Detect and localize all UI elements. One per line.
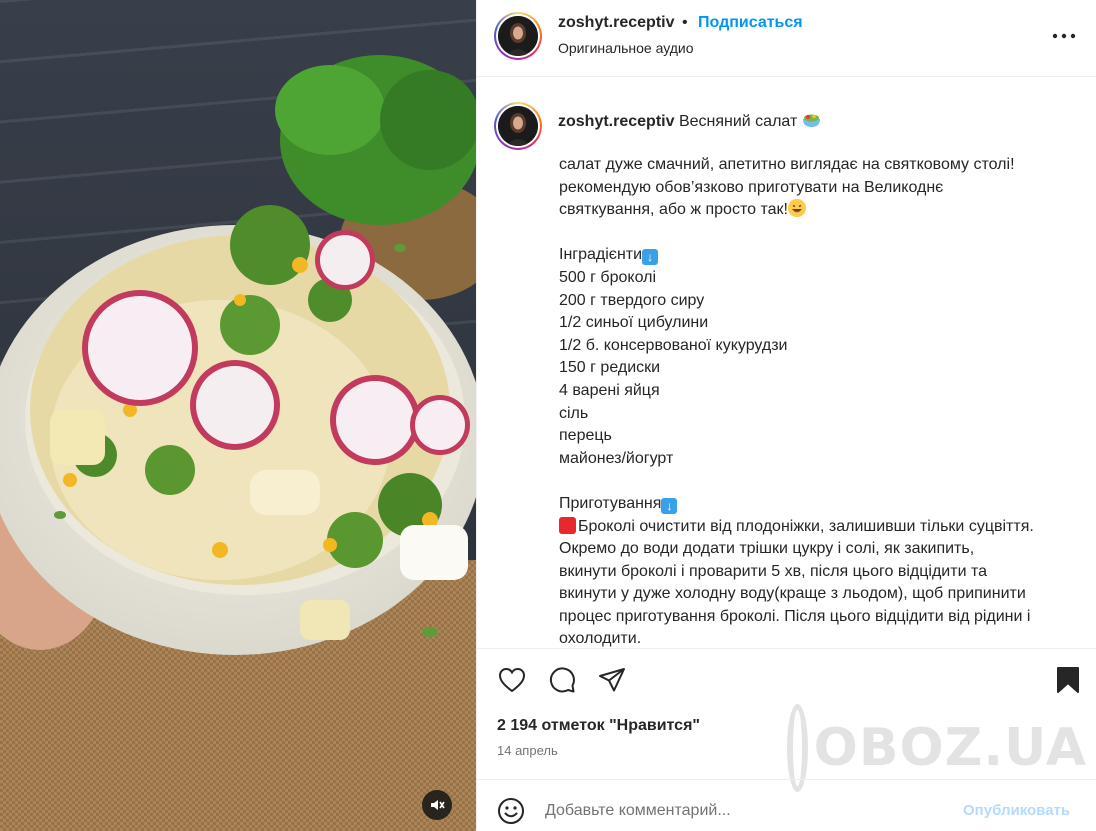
watermark-text: OBOZ.UA: [813, 718, 1087, 778]
red-square-emoji-icon: [559, 516, 576, 534]
more-options-button[interactable]: [1049, 24, 1079, 48]
post-date[interactable]: 14 апрель: [497, 743, 558, 758]
share-button[interactable]: [597, 665, 627, 695]
header-username-link[interactable]: zoshyt.receptiv: [558, 14, 674, 32]
ingredient-item: 200 г твердого сиру: [559, 291, 705, 309]
caption-avatar[interactable]: [494, 102, 542, 150]
salad-bowl-emoji-icon: [802, 114, 820, 127]
ingredient-item: сіль: [559, 404, 589, 422]
comment-button[interactable]: [547, 665, 577, 695]
save-button[interactable]: [1053, 665, 1083, 695]
comment-input[interactable]: [545, 800, 945, 822]
post-details-panel: zoshyt.receptiv • Подписаться Оригинальн…: [476, 0, 1096, 831]
more-horizontal-icon: [1052, 33, 1076, 39]
bookmark-icon: [1057, 667, 1079, 693]
salad-photo: [0, 55, 476, 831]
smiley-icon: [498, 798, 524, 824]
down-arrow-emoji-icon: ↓: [661, 497, 678, 514]
caption-header: zoshyt.receptiv Весняний салат: [558, 111, 821, 131]
method-line: вкинути у дуже холодну воду(краще з льод…: [559, 585, 1026, 603]
ingredient-item: майонез/йогурт: [559, 449, 674, 467]
likes-count[interactable]: 2 194 отметок "Нравится": [497, 717, 700, 735]
share-icon: [599, 668, 625, 692]
method-line-text: Броколі очистити від плодоніжки, залишив…: [578, 517, 1034, 535]
follow-button[interactable]: Подписаться: [698, 14, 803, 32]
action-bar: [477, 648, 1096, 649]
post-media[interactable]: [0, 0, 476, 831]
caption-line: рекомендую обов’язково приготувати на Ве…: [559, 178, 944, 196]
caption-line: святкування, або ж просто так!: [559, 199, 1089, 222]
method-line: Броколі очистити від плодоніжки, залишив…: [559, 516, 1089, 539]
ingredient-item: 1/2 б. консервованої кукурудзи: [559, 336, 788, 354]
mute-button[interactable]: [422, 790, 452, 820]
comment-icon: [549, 667, 575, 693]
caption-username-link[interactable]: zoshyt.receptiv: [558, 113, 674, 130]
method-heading: Приготування ↓: [559, 493, 1089, 516]
method-line: Окремо до води додати трішки цукру і сол…: [559, 540, 975, 558]
profile-photo: [498, 16, 538, 56]
down-arrow-emoji-icon: ↓: [642, 249, 659, 266]
caption-line: салат дуже смачний, апетитно виглядає на…: [559, 156, 1015, 173]
ingredient-item: 150 г редиски: [559, 359, 661, 377]
method-line: охолодити.: [559, 630, 642, 648]
avatar[interactable]: [494, 12, 542, 60]
ingredient-item: перець: [559, 427, 612, 445]
ingredients-heading-text: Інградієнти: [559, 246, 643, 264]
speaker-muted-icon: [431, 800, 445, 810]
method-line: вкинути броколі і проварити 5 хв, після …: [559, 562, 987, 580]
post-header: zoshyt.receptiv • Подписаться Оригинальн…: [477, 0, 1096, 77]
ingredient-item: 500 г броколі: [559, 268, 656, 286]
comment-bar: Опубликовать: [477, 779, 1096, 831]
caption-line-text: святкування, або ж просто так!: [559, 201, 788, 219]
ingredient-item: 4 варені яйця: [559, 381, 660, 399]
grinning-face-emoji-icon: [787, 199, 806, 218]
caption-title: Весняний салат: [678, 113, 798, 130]
caption-section: zoshyt.receptiv Весняний салат салат дуж…: [477, 78, 1096, 648]
caption-text: салат дуже смачний, апетитно виглядає на…: [559, 154, 1089, 648]
heart-icon: [498, 667, 526, 693]
separator-dot: •: [682, 14, 688, 31]
ingredients-heading: Інградієнти ↓: [559, 244, 1089, 267]
method-line: процес приготування броколі. Після цього…: [559, 607, 1031, 625]
emoji-picker-button[interactable]: [497, 797, 525, 825]
like-button[interactable]: [497, 665, 527, 695]
original-audio-link[interactable]: Оригинальное аудио: [558, 40, 694, 56]
publish-button[interactable]: Опубликовать: [963, 802, 1070, 819]
method-heading-text: Приготування: [559, 494, 662, 512]
ingredient-item: 1/2 синьої цибулини: [559, 314, 709, 332]
profile-photo: [498, 106, 538, 146]
